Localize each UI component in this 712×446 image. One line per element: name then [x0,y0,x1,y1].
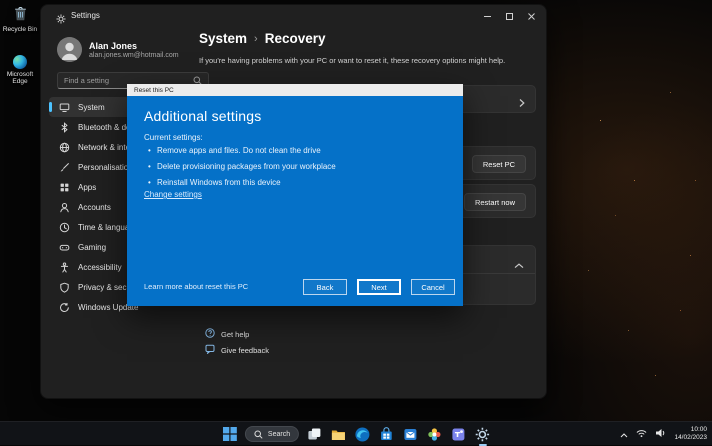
dialog-body: Additional settings Current settings: Re… [127,96,463,306]
task-view-icon [307,427,322,442]
settings-gear-icon [475,427,490,442]
personalisation-icon [59,162,70,173]
setting-item: Remove apps and files. Do not clean the … [148,146,336,155]
current-settings-list: Remove apps and files. Do not clean the … [148,146,336,194]
store-icon [379,427,394,442]
start-button[interactable] [221,426,238,443]
tray-expand-button[interactable] [620,425,628,443]
settings-app-button[interactable] [474,426,491,443]
task-view-button[interactable] [306,426,323,443]
file-explorer-icon [331,428,346,441]
teams-icon [451,427,466,442]
photos-icon [427,427,442,442]
system-icon [59,102,70,113]
taskbar-search-label: Search [268,431,290,438]
breadcrumb: System › Recovery [199,31,326,46]
cancel-button[interactable]: Cancel [411,279,455,295]
feedback-icon [205,344,215,356]
sidebar-item-label: Accounts [78,203,111,212]
maximize-button[interactable] [498,6,520,26]
windows-logo-icon [222,427,236,441]
sidebar-item-label: Gaming [78,243,106,252]
recycle-bin-icon [12,5,29,24]
help-icon [205,328,215,340]
settings-gear-icon [56,11,66,29]
desktop-icon-recycle-bin[interactable]: Recycle Bin [0,5,40,33]
minimize-button[interactable] [476,6,498,26]
user-name: Alan Jones [89,41,137,51]
get-help-label: Get help [221,330,249,339]
give-feedback-label: Give feedback [221,346,269,355]
apps-icon [59,182,70,193]
avatar[interactable] [57,37,82,62]
sidebar-item-label: System [78,103,105,112]
desktop-sparkles [600,120,601,121]
network-icon [59,142,70,153]
current-settings-label: Current settings: [144,133,203,142]
clock[interactable]: 10:00 14/02/2023 [674,426,707,442]
taskbar: Search 10:00 14/02/2 [0,421,712,445]
store-button[interactable] [378,426,395,443]
page-description: If you're having problems with your PC o… [199,56,533,65]
privacy-security-icon [59,282,70,293]
desktop-icon-label: Microsoft Edge [0,71,40,85]
sidebar-item-label: Apps [78,183,96,192]
change-settings-link[interactable]: Change settings [144,190,202,199]
accessibility-icon [59,262,70,273]
mail-button[interactable] [402,426,419,443]
reset-pc-button[interactable]: Reset PC [472,155,526,173]
edge-button[interactable] [354,426,371,443]
dialog-title: Reset this PC [134,87,174,94]
learn-more-link[interactable]: Learn more about reset this PC [144,282,248,291]
back-button[interactable]: Back [303,279,347,295]
get-help-link[interactable]: Get help [205,328,249,340]
taskbar-search[interactable]: Search [245,426,299,442]
desktop-icon-edge[interactable]: Microsoft Edge [0,55,40,85]
mail-icon [403,427,418,442]
teams-button[interactable] [450,426,467,443]
gaming-icon [59,242,70,253]
time-language-icon [59,222,70,233]
chevron-up-icon [514,256,524,274]
dialog-heading: Additional settings [144,108,261,124]
next-button[interactable]: Next [357,279,401,295]
dialog-titlebar[interactable]: Reset this PC [127,84,463,96]
window-title: Settings [71,11,100,20]
edge-icon [13,55,27,69]
breadcrumb-separator: › [254,33,258,45]
give-feedback-link[interactable]: Give feedback [205,344,269,356]
clock-date: 14/02/2023 [674,434,707,442]
accounts-icon [59,202,70,213]
page-title: Recovery [265,31,326,46]
sidebar-item-label: Accessibility [78,263,122,272]
network-icon[interactable] [636,425,647,443]
sidebar-item-label: Personalisation [78,163,133,172]
windows-update-icon [59,302,70,313]
bluetooth-icon [59,122,70,133]
restart-now-button[interactable]: Restart now [464,193,526,211]
breadcrumb-system[interactable]: System [199,31,247,46]
desktop-icon-label: Recycle Bin [3,26,37,33]
close-button[interactable] [520,6,542,26]
clock-time: 10:00 [674,426,707,434]
photos-button[interactable] [426,426,443,443]
chevron-right-icon [519,95,525,113]
setting-item: Delete provisioning packages from your w… [148,162,336,171]
reset-this-pc-dialog: Reset this PC Additional settings Curren… [127,84,463,306]
volume-icon[interactable] [655,425,666,443]
search-icon [254,430,263,439]
file-explorer-button[interactable] [330,426,347,443]
setting-item: Reinstall Windows from this device [148,178,336,187]
user-email: alan.jones.wm@hotmail.com [89,52,179,59]
edge-icon [355,427,370,442]
